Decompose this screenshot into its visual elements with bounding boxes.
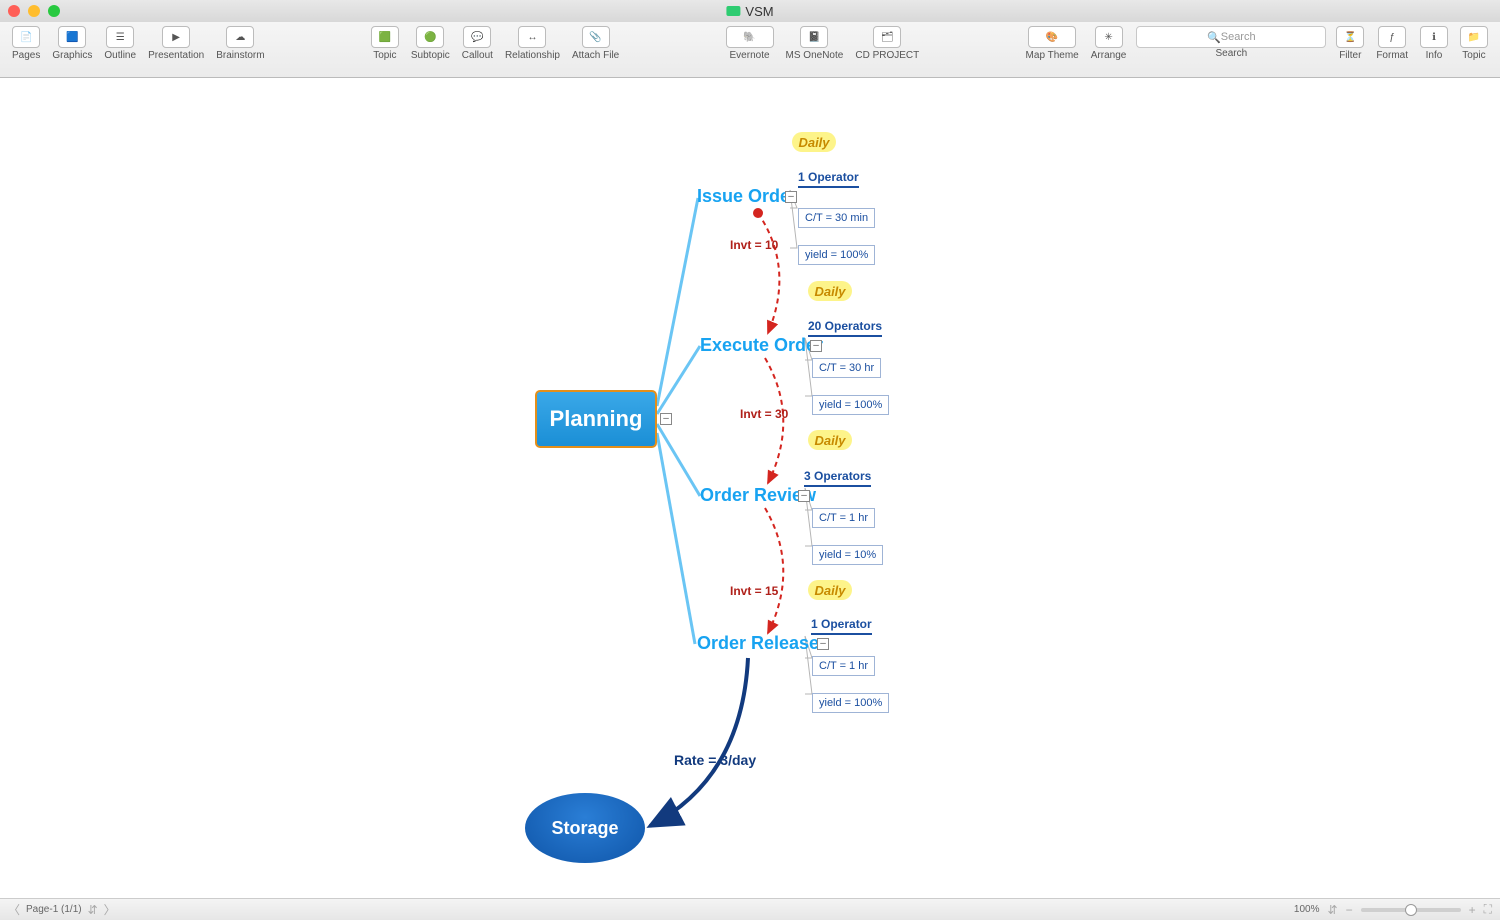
pages-button[interactable]: 📄Pages xyxy=(8,26,44,61)
daily-badge: Daily xyxy=(792,132,836,152)
topic-order-release[interactable]: Order Release xyxy=(697,633,819,654)
format-icon: ƒ xyxy=(1378,26,1406,48)
presentation-button[interactable]: ▶Presentation xyxy=(144,26,208,61)
toolbar-group-insert: 🟩Topic 🟢Subtopic 💬Callout ↔Relationship … xyxy=(367,26,623,61)
zoom-knob[interactable] xyxy=(1405,904,1417,916)
cycle-time-metric: C/T = 1 hr xyxy=(812,656,875,676)
zoom-out-button[interactable]: − xyxy=(1346,903,1353,917)
cycle-time-metric: C/T = 1 hr xyxy=(812,508,875,528)
yield-metric: yield = 100% xyxy=(812,693,889,713)
presentation-icon: ▶ xyxy=(162,26,190,48)
topic-button[interactable]: 🟩Topic xyxy=(367,26,403,61)
zoom-stepper-icon[interactable]: ⇵ xyxy=(1328,903,1338,917)
collapse-toggle[interactable] xyxy=(817,638,829,650)
callout-icon: 💬 xyxy=(463,26,491,48)
toolbar-group-inspectors: ⏳Filter ƒFormat ℹInfo 📁Topic xyxy=(1332,26,1492,61)
zoom-in-button[interactable]: + xyxy=(1469,903,1476,917)
operators-label: 1 Operator xyxy=(798,170,859,188)
topic-issue-order[interactable]: Issue Order xyxy=(697,186,797,207)
fullscreen-button[interactable]: ⛶ xyxy=(1484,902,1492,917)
evernote-button[interactable]: 🐘Evernote xyxy=(722,26,778,61)
callout-button[interactable]: 💬Callout xyxy=(458,26,497,61)
window-controls xyxy=(8,5,60,17)
yield-metric: yield = 10% xyxy=(812,545,883,565)
graphics-button[interactable]: 🟦Graphics xyxy=(48,26,96,61)
collapse-toggle[interactable] xyxy=(785,191,797,203)
prev-page-button[interactable]: 〈 xyxy=(8,901,20,918)
inventory-label: Invt = 30 xyxy=(740,407,788,421)
zoom-slider[interactable] xyxy=(1361,908,1461,912)
collapse-toggle[interactable] xyxy=(798,490,810,502)
onenote-button[interactable]: 📓MS OneNote xyxy=(782,26,848,61)
search-input[interactable]: 🔍 Search xyxy=(1136,26,1326,48)
topic-insp-icon: 📁 xyxy=(1460,26,1488,48)
next-page-button[interactable]: 〉 xyxy=(104,901,116,918)
brainstorm-button[interactable]: ☁Brainstorm xyxy=(212,26,268,61)
yield-metric: yield = 100% xyxy=(812,395,889,415)
topic-execute-order[interactable]: Execute Order xyxy=(700,335,823,356)
yield-metric: yield = 100% xyxy=(798,245,875,265)
rate-label: Rate = 3/day xyxy=(674,752,756,768)
info-button[interactable]: ℹInfo xyxy=(1416,26,1452,61)
outline-icon: ☰ xyxy=(106,26,134,48)
filter-button[interactable]: ⏳Filter xyxy=(1332,26,1368,61)
graphics-icon: 🟦 xyxy=(58,26,86,48)
relationship-button[interactable]: ↔Relationship xyxy=(501,26,564,61)
brainstorm-icon: ☁ xyxy=(226,26,254,48)
window-title: VSM xyxy=(745,4,773,19)
arrange-icon: ✳ xyxy=(1095,26,1123,48)
topic-inspector-button[interactable]: 📁Topic xyxy=(1456,26,1492,61)
subtopic-button[interactable]: 🟢Subtopic xyxy=(407,26,454,61)
cycle-time-metric: C/T = 30 hr xyxy=(812,358,881,378)
collapse-toggle[interactable] xyxy=(810,340,822,352)
zoom-icon[interactable] xyxy=(48,5,60,17)
storage-node[interactable]: Storage xyxy=(525,793,645,863)
statusbar: 〈 Page-1 (1/1) ⇵ 〉 100% ⇵ − + ⛶ xyxy=(0,898,1500,920)
root-topic-planning[interactable]: Planning xyxy=(535,390,657,448)
subtopic-icon: 🟢 xyxy=(416,26,444,48)
daily-badge: Daily xyxy=(808,430,852,450)
toolbar-group-views: 📄Pages 🟦Graphics ☰Outline ▶Presentation … xyxy=(8,26,269,61)
document-icon xyxy=(726,6,740,16)
cycle-time-metric: C/T = 30 min xyxy=(798,208,875,228)
map-theme-button[interactable]: 🎨Map Theme xyxy=(1022,26,1083,61)
relationship-icon: ↔ xyxy=(518,26,546,48)
arrange-button[interactable]: ✳Arrange xyxy=(1087,26,1131,61)
canvas[interactable]: Planning Daily Daily Daily Daily Issue O… xyxy=(0,78,1500,898)
operators-label: 20 Operators xyxy=(808,319,882,337)
inventory-label: Invt = 10 xyxy=(730,238,778,252)
attach-icon: 📎 xyxy=(582,26,610,48)
filter-icon: ⏳ xyxy=(1336,26,1364,48)
attach-file-button[interactable]: 📎Attach File xyxy=(568,26,623,61)
operators-label: 1 Operator xyxy=(811,617,872,635)
operators-label: 3 Operators xyxy=(804,469,871,487)
titlebar: VSM xyxy=(0,0,1500,22)
minimize-icon[interactable] xyxy=(28,5,40,17)
page-indicator[interactable]: Page-1 (1/1) xyxy=(26,904,82,915)
toolbar-group-export: 🐘Evernote 📓MS OneNote 🗂CD PROJECT xyxy=(722,26,924,61)
toolbar: 📄Pages 🟦Graphics ☰Outline ▶Presentation … xyxy=(0,22,1500,78)
daily-badge: Daily xyxy=(808,281,852,301)
inventory-label: Invt = 15 xyxy=(730,584,778,598)
topic-icon: 🟩 xyxy=(371,26,399,48)
theme-icon: 🎨 xyxy=(1028,26,1076,48)
close-icon[interactable] xyxy=(8,5,20,17)
format-button[interactable]: ƒFormat xyxy=(1372,26,1412,61)
toolbar-group-layout: 🎨Map Theme ✳Arrange xyxy=(1022,26,1131,61)
search-label: Search xyxy=(1215,48,1247,59)
onenote-icon: 📓 xyxy=(800,26,828,48)
pages-icon: 📄 xyxy=(12,26,40,48)
page-stepper-icon[interactable]: ⇵ xyxy=(88,903,98,917)
collapse-toggle-root[interactable] xyxy=(660,413,672,425)
cd-project-button[interactable]: 🗂CD PROJECT xyxy=(851,26,923,61)
info-icon: ℹ xyxy=(1420,26,1448,48)
project-icon: 🗂 xyxy=(873,26,901,48)
evernote-icon: 🐘 xyxy=(726,26,774,48)
daily-badge: Daily xyxy=(808,580,852,600)
zoom-level: 100% xyxy=(1294,904,1320,915)
outline-button[interactable]: ☰Outline xyxy=(100,26,140,61)
